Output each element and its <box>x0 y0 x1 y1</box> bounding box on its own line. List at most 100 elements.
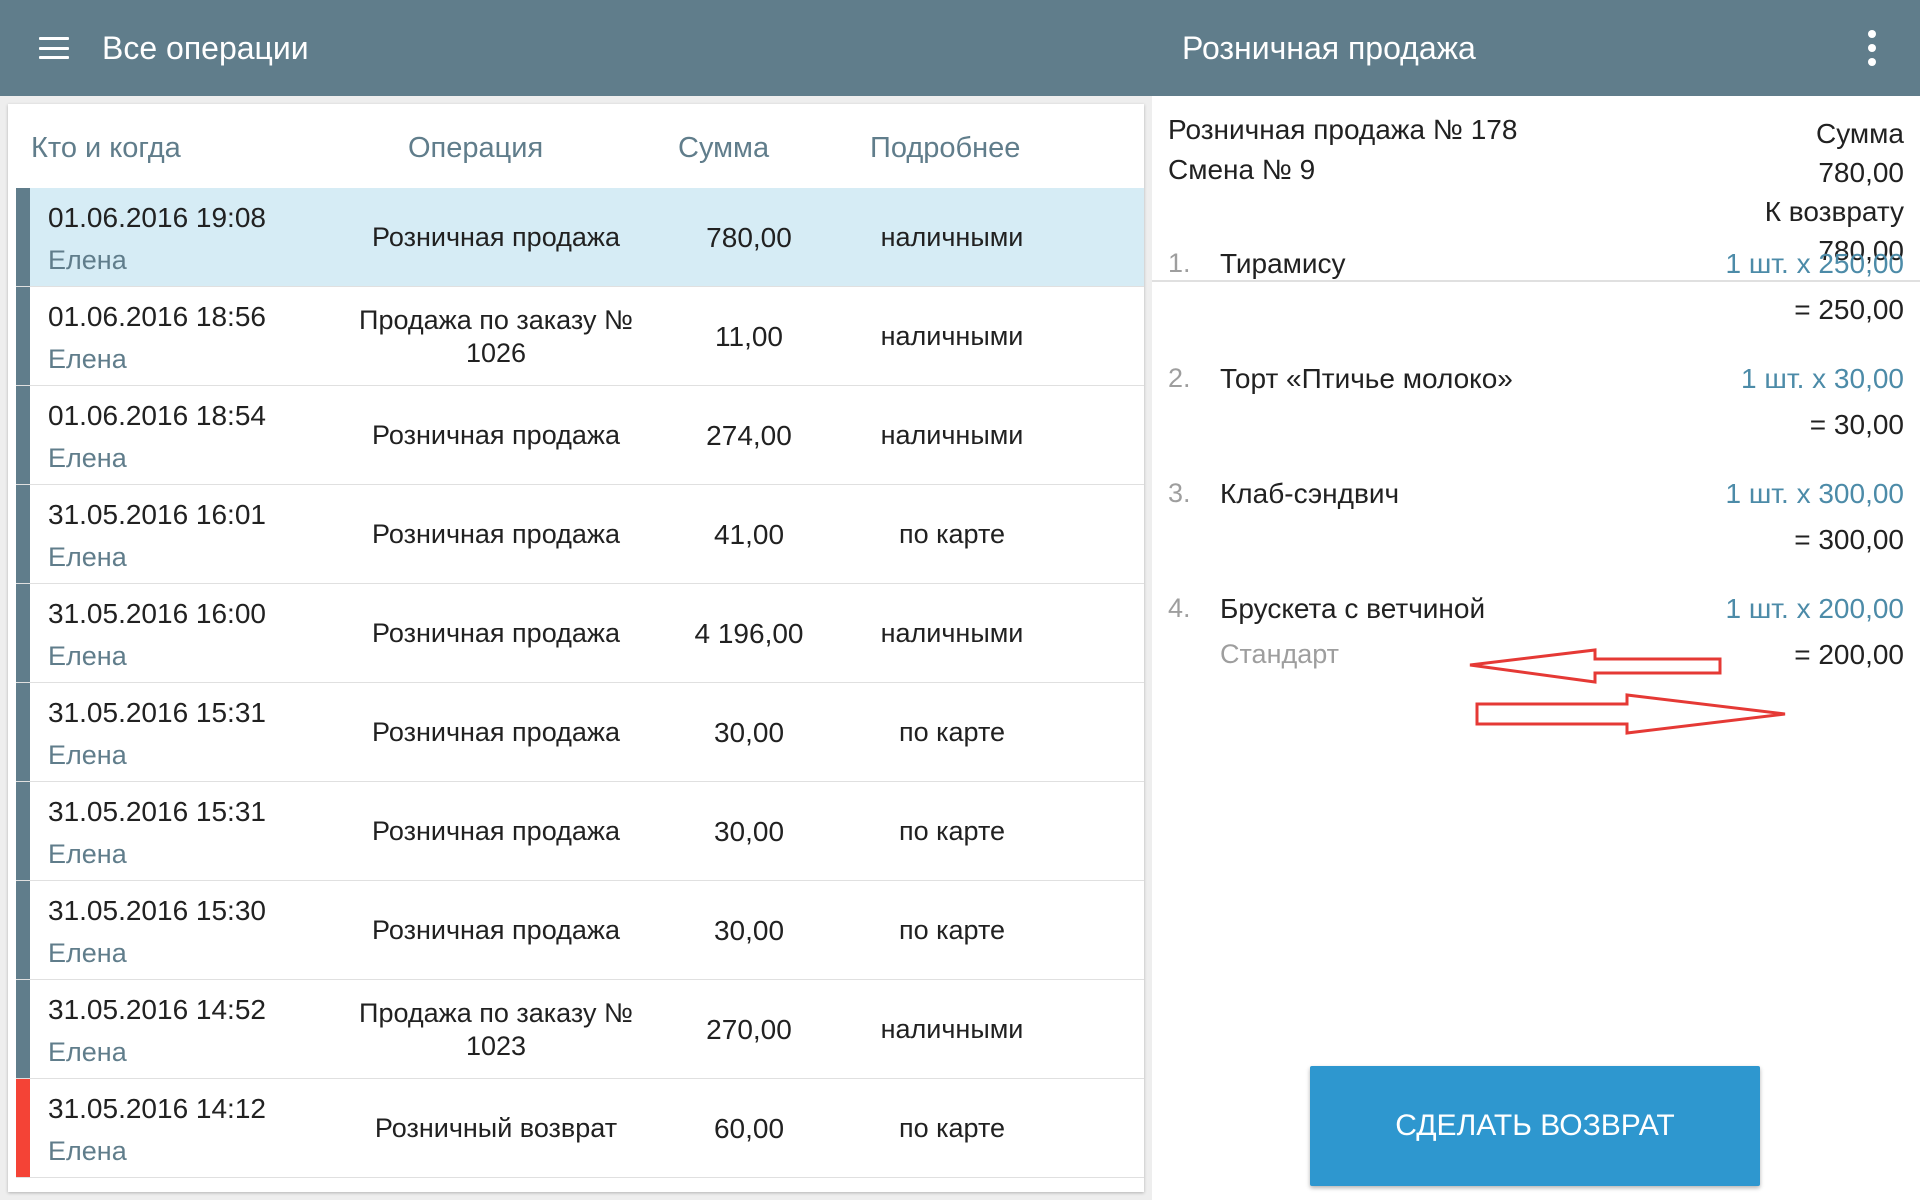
item-name: Брускета с ветчиной <box>1220 593 1486 624</box>
row-sum: 780,00 <box>706 221 792 253</box>
operation-detail: Розничная продажа № 178 Смена № 9 Сумма … <box>1152 96 1920 1200</box>
row-operation: Розничная продажа <box>372 717 620 747</box>
item-total: = 300,00 <box>1794 524 1904 555</box>
row-date: 01.06.2016 19:08 <box>48 202 266 233</box>
row-user: Елена <box>48 344 127 374</box>
item-number: 1. <box>1168 248 1191 278</box>
row-payment: наличными <box>880 321 1024 351</box>
row-type-indicator <box>16 287 30 385</box>
receipt-item: 2. Торт «Птичье молоко» 1 шт. x 30,00 = … <box>1152 363 1920 473</box>
row-type-indicator <box>16 881 30 979</box>
row-type-indicator <box>16 980 30 1078</box>
sum-value: 780,00 <box>1818 157 1904 188</box>
receipt-item: 1. Тирамису 1 шт. x 250,00 = 250,00 <box>1152 248 1920 358</box>
row-operation: Розничная продажа <box>372 222 620 252</box>
item-total: = 30,00 <box>1809 409 1904 440</box>
operation-row[interactable]: 31.05.2016 15:31 Елена Розничная продажа 30… <box>16 782 1144 881</box>
row-type-indicator <box>16 485 30 583</box>
operation-row[interactable]: 31.05.2016 14:52 Елена Продажа по заказу №… <box>16 980 1144 1079</box>
item-qty-price: 1 шт. x 300,00 <box>1725 478 1904 509</box>
row-sum: 4 196,00 <box>694 617 804 649</box>
column-header-sum: Сумма <box>678 132 770 164</box>
item-total: = 200,00 <box>1794 639 1904 670</box>
row-type-indicator <box>16 1079 30 1177</box>
row-sum: 41,00 <box>713 518 785 550</box>
item-number: 4. <box>1168 593 1191 623</box>
row-operation: Розничная продажа <box>372 618 620 648</box>
overflow-menu-button[interactable] <box>1848 22 1896 74</box>
row-date: 31.05.2016 14:52 <box>48 994 266 1025</box>
row-operation: Розничная продажа <box>372 519 620 549</box>
item-qty-price: 1 шт. x 200,00 <box>1725 593 1904 624</box>
row-payment: наличными <box>880 222 1024 252</box>
row-operation: Розничный возврат <box>374 1113 618 1143</box>
row-sum: 274,00 <box>706 419 792 451</box>
item-total: = 250,00 <box>1794 294 1904 325</box>
row-sum: 11,00 <box>715 320 783 352</box>
row-payment: по карте <box>898 915 1006 945</box>
row-sum: 30,00 <box>713 716 785 748</box>
item-name: Торт «Птичье молоко» <box>1220 363 1513 394</box>
row-date: 31.05.2016 15:31 <box>48 796 266 827</box>
operation-row[interactable]: 31.05.2016 14:12 Елена Розничный возврат 60… <box>16 1079 1144 1178</box>
row-date: 31.05.2016 14:12 <box>48 1093 266 1124</box>
menu-icon <box>39 37 69 59</box>
row-type-indicator <box>16 683 30 781</box>
more-vert-icon <box>1868 30 1876 38</box>
receipt-item: 3. Клаб-сэндвич 1 шт. x 300,00 = 300,00 <box>1152 478 1920 588</box>
app-bar: Все операции Розничная продажа <box>0 0 1920 96</box>
row-date: 31.05.2016 16:00 <box>48 598 266 629</box>
row-type-indicator <box>16 782 30 880</box>
list-header: Кто и когда Операция Сумма Подробнее <box>8 104 1144 186</box>
item-name: Тирамису <box>1220 248 1346 279</box>
row-sum: 270,00 <box>706 1013 792 1045</box>
row-payment: наличными <box>880 618 1024 648</box>
row-user: Елена <box>48 740 127 770</box>
row-date: 31.05.2016 16:01 <box>48 499 266 530</box>
row-date: 01.06.2016 18:56 <box>48 301 266 332</box>
operation-row[interactable]: 31.05.2016 16:01 Елена Розничная продажа 41… <box>16 485 1144 584</box>
row-date: 31.05.2016 15:30 <box>48 895 266 926</box>
receipt-name: Розничная продажа № 178 <box>1168 114 1518 145</box>
receipt-item: 4. Брускета с ветчиной Стандарт 1 шт. x … <box>1152 593 1920 703</box>
row-payment: наличными <box>880 420 1024 450</box>
row-type-indicator <box>16 584 30 682</box>
row-type-indicator <box>16 386 30 484</box>
row-date: 31.05.2016 15:31 <box>48 697 266 728</box>
row-operation: Розничная продажа <box>372 915 620 945</box>
item-name: Клаб-сэндвич <box>1220 478 1400 509</box>
operation-row[interactable]: 01.06.2016 18:54 Елена Розничная продажа 27… <box>16 386 1144 485</box>
row-operation: Розничная продажа <box>372 816 620 846</box>
row-user: Елена <box>48 443 127 473</box>
row-sum: 30,00 <box>713 914 785 946</box>
row-user: Елена <box>48 839 127 869</box>
row-user: Елена <box>48 245 127 275</box>
row-payment: по карте <box>898 816 1006 846</box>
shift-number: Смена № 9 <box>1168 154 1316 185</box>
row-payment: по карте <box>898 717 1006 747</box>
totals: Сумма 780,00 К возврату 780,00 <box>1765 114 1904 270</box>
operation-row[interactable]: 31.05.2016 15:31 Елена Розничная продажа 30… <box>16 683 1144 782</box>
make-refund-button[interactable]: СДЕЛАТЬ ВОЗВРАТ <box>1310 1066 1760 1186</box>
row-operation: Розничная продажа <box>372 420 620 450</box>
item-number: 3. <box>1168 478 1191 508</box>
operation-row[interactable]: 01.06.2016 19:08 Елена Розничная продажа 78… <box>16 188 1144 287</box>
row-user: Елена <box>48 542 127 572</box>
row-operation: Продажа по заказу № 1023 <box>359 997 633 1061</box>
column-header-operation: Операция <box>408 132 544 164</box>
operation-row[interactable]: 31.05.2016 16:00 Елена Розничная продажа 4 … <box>16 584 1144 683</box>
row-user: Елена <box>48 641 127 671</box>
item-qty-price: 1 шт. x 30,00 <box>1741 363 1904 394</box>
menu-button[interactable] <box>28 22 80 74</box>
operation-row[interactable]: 31.05.2016 15:30 Елена Розничная продажа 30… <box>16 881 1144 980</box>
item-number: 2. <box>1168 363 1191 393</box>
row-date: 01.06.2016 18:54 <box>48 400 266 431</box>
operation-row[interactable]: 01.06.2016 18:56 Елена Продажа по заказу №… <box>16 287 1144 386</box>
sum-label: Сумма <box>1816 118 1904 149</box>
operations-list: Кто и когда Операция Сумма Подробнее 01.… <box>8 104 1144 1192</box>
detail-title: Розничная продажа <box>1182 30 1476 66</box>
row-sum: 60,00 <box>713 1112 785 1144</box>
row-user: Елена <box>48 1037 127 1067</box>
row-sum: 30,00 <box>713 815 785 847</box>
refund-label: К возврату <box>1764 196 1904 227</box>
